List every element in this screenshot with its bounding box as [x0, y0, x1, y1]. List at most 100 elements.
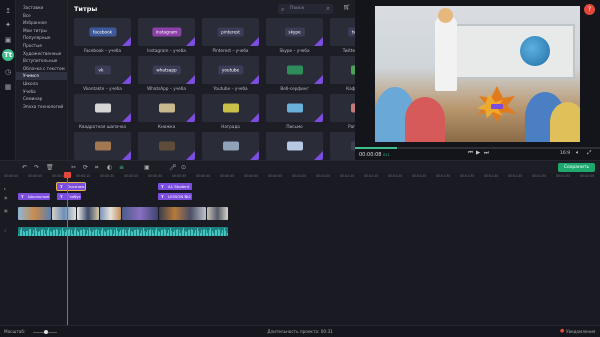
- card-caption: Skype – учеба: [279, 48, 310, 53]
- category-item[interactable]: Все: [16, 12, 67, 20]
- title-clip[interactable]: A1 Student: [158, 183, 192, 190]
- title-preset-card[interactable]: facebook Facebook – учеба: [74, 18, 131, 55]
- video-track-icon[interactable]: ▣: [4, 208, 8, 213]
- card-thumbnail: youtube: [202, 56, 259, 84]
- video-clip[interactable]: [18, 207, 51, 220]
- whiteboard: [455, 24, 575, 79]
- premium-corner: [122, 113, 131, 122]
- premium-corner: [186, 75, 195, 84]
- ruler-tick: 00:01:05: [316, 174, 331, 178]
- prev-frame-icon[interactable]: ⏮: [468, 150, 473, 157]
- clear-icon[interactable]: ×: [326, 4, 330, 14]
- card-preview-badge: [222, 103, 239, 113]
- next-frame-icon[interactable]: ⏭: [484, 150, 489, 157]
- card-caption: Facebook – учеба: [83, 48, 122, 53]
- audio-track-icon[interactable]: ♪: [4, 228, 7, 233]
- title-preset-card[interactable]: whatsapp WhatsApp – учеба: [138, 56, 195, 93]
- preview-progress[interactable]: [355, 147, 600, 149]
- fullscreen-icon[interactable]: ⤢: [587, 150, 591, 157]
- title-preset-card[interactable]: Веб-серфинг: [266, 56, 323, 93]
- title-preset-card[interactable]: Квадратная шапочка: [74, 94, 131, 131]
- premium-corner: [250, 151, 259, 160]
- undo-icon[interactable]: ↶: [22, 164, 27, 171]
- cut-icon[interactable]: ✂: [71, 164, 76, 171]
- ruler-tick: 00:01:50: [532, 174, 547, 178]
- category-item[interactable]: Учеба: [16, 88, 67, 96]
- equalizer-icon[interactable]: ≡: [119, 164, 124, 171]
- delete-icon[interactable]: 🗑︎: [46, 164, 54, 171]
- record-icon[interactable]: ⊙: [181, 164, 186, 171]
- save-button[interactable]: Сохранить: [558, 163, 595, 172]
- zoom-slider-handle[interactable]: [44, 330, 48, 334]
- card-caption: Письмо: [286, 124, 303, 129]
- card-thumbnail: whatsapp: [138, 56, 195, 84]
- filters-icon[interactable]: ▣: [3, 35, 13, 45]
- preview-frame: [375, 6, 580, 142]
- premium-corner: [314, 113, 323, 122]
- title-clip-selected[interactable]: Осознаю: [56, 182, 86, 191]
- clock-icon[interactable]: ◷: [3, 67, 13, 77]
- redo-icon[interactable]: ↷: [34, 164, 39, 171]
- category-item[interactable]: Мои титры: [16, 27, 67, 35]
- timeline-ruler[interactable]: 00:00:00 00:00:05 00:00:10 00:00:15 00:00:20…: [0, 173, 600, 180]
- category-item[interactable]: Эпоха технологий: [16, 103, 67, 111]
- import-icon[interactable]: ↥: [3, 6, 13, 16]
- playhead-handle[interactable]: [64, 172, 71, 178]
- title-clip[interactable]: Глобус: [57, 193, 81, 200]
- category-item[interactable]: Школа: [16, 80, 67, 88]
- title-preset-card[interactable]: Книжка: [138, 94, 195, 131]
- card-caption: Награда: [221, 124, 240, 129]
- premium-corner: [314, 75, 323, 84]
- track-lock-icon[interactable]: ▸: [4, 186, 6, 191]
- video-clip[interactable]: [52, 207, 76, 220]
- preview-controls: 00:00:08 011 ⏮ ▶ ⏭ 16:9 🔈︎ ⤢: [355, 145, 600, 160]
- crop-icon[interactable]: ⌗: [95, 164, 98, 172]
- ruler-tick: 00:01:35: [460, 174, 475, 178]
- category-item-selected[interactable]: Учимся: [16, 72, 67, 80]
- search-input[interactable]: ⌕ Поиск ×: [278, 4, 333, 14]
- category-item[interactable]: Популярные: [16, 34, 67, 42]
- rotate-icon[interactable]: ⟳: [83, 164, 88, 171]
- bell-icon[interactable]: ●: [560, 328, 564, 334]
- close-icon[interactable]: ?: [584, 4, 595, 15]
- play-icon[interactable]: ▶: [476, 150, 480, 156]
- title-preset-card[interactable]: pinterest Pinterest – учеба: [202, 18, 259, 55]
- video-clip[interactable]: [159, 207, 206, 220]
- title-preset-card[interactable]: instagram Instagram – учеба: [138, 18, 195, 55]
- title-clip[interactable]: LESSON №2: [158, 193, 192, 200]
- card-preview-badge: [94, 141, 111, 151]
- grid-icon[interactable]: ▦: [3, 82, 13, 92]
- video-clip[interactable]: [77, 207, 99, 220]
- category-item[interactable]: Семинар: [16, 95, 67, 103]
- magic-wand-icon[interactable]: ✦: [3, 20, 13, 30]
- playhead[interactable]: [67, 173, 68, 325]
- audio-clip[interactable]: [18, 227, 228, 236]
- title-preset-card[interactable]: skype Skype – учеба: [266, 18, 323, 55]
- category-item[interactable]: Избранное: [16, 19, 67, 27]
- sticker-icon[interactable]: ▣: [144, 164, 150, 171]
- video-clip[interactable]: [122, 207, 158, 220]
- category-item[interactable]: Облачка с текстом: [16, 65, 67, 73]
- category-item[interactable]: Заставки: [16, 4, 67, 12]
- title-preset-card[interactable]: Письмо: [266, 94, 323, 131]
- title-preset-card[interactable]: vk Vkontakte – учеба: [74, 56, 131, 93]
- aspect-ratio-select[interactable]: 16:9: [560, 151, 570, 156]
- track-visibility-icon[interactable]: ◉: [4, 195, 8, 200]
- video-clip[interactable]: [100, 207, 121, 220]
- title-preset-card[interactable]: youtube Youtube – учеба: [202, 56, 259, 93]
- card-caption: Vkontakte – учеба: [83, 86, 122, 91]
- category-item[interactable]: Художественные: [16, 50, 67, 58]
- mic-icon[interactable]: 🎤︎: [169, 164, 177, 171]
- title-clip[interactable]: Школьные з: [18, 193, 50, 200]
- ruler-tick: 00:01:20: [388, 174, 403, 178]
- color-icon[interactable]: ◐: [107, 164, 112, 171]
- category-item[interactable]: Простые: [16, 42, 67, 50]
- video-clip[interactable]: [207, 207, 228, 220]
- notifications-link[interactable]: Уведомления: [566, 329, 595, 334]
- category-item[interactable]: Вступительные: [16, 57, 67, 65]
- title-preset-card[interactable]: Награда: [202, 94, 259, 131]
- card-preview-badge: whatsapp: [152, 65, 181, 75]
- titles-icon[interactable]: Tt: [2, 49, 14, 61]
- cart-icon[interactable]: 🛒︎: [343, 4, 351, 11]
- volume-icon[interactable]: 🔈︎: [576, 150, 579, 157]
